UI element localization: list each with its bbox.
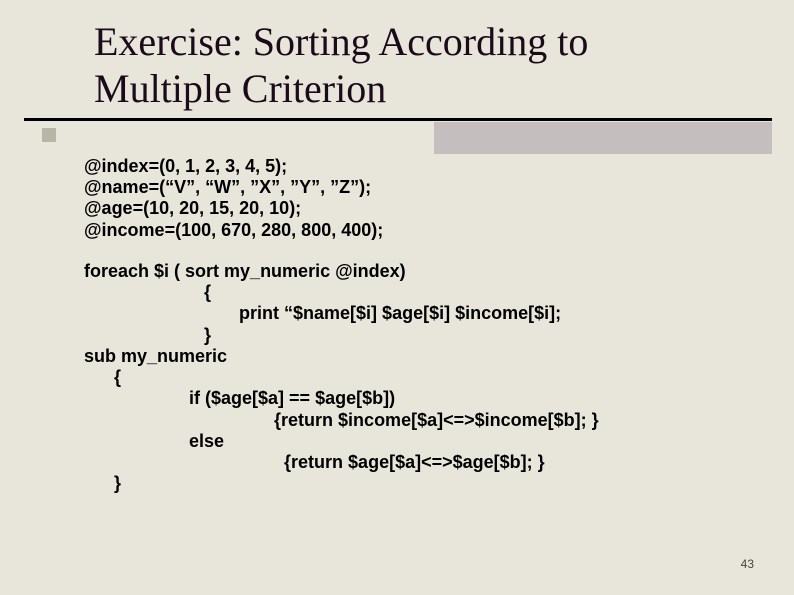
bullet-marker xyxy=(42,128,56,142)
page-number: 43 xyxy=(741,557,754,571)
code-line: } xyxy=(84,325,744,346)
code-line: @name=(“V”, “W”, ”X”, ”Y”, ”Z”); xyxy=(84,177,744,198)
slide: Exercise: Sorting According toMultiple C… xyxy=(0,0,794,595)
code-block: @index=(0, 1, 2, 3, 4, 5); @name=(“V”, “… xyxy=(84,156,744,495)
code-line: @income=(100, 670, 280, 800, 400); xyxy=(84,220,744,241)
code-line: else xyxy=(84,431,744,452)
code-line: {return $income[$a]<=>$income[$b]; } xyxy=(84,410,744,431)
code-line: @age=(10, 20, 15, 20, 10); xyxy=(84,198,744,219)
code-line: { xyxy=(84,282,744,303)
code-line: sub my_numeric xyxy=(84,346,744,367)
code-line: {return $age[$a]<=>$age[$b]; } xyxy=(84,452,744,473)
title-underline xyxy=(24,118,772,121)
accent-bar xyxy=(434,122,772,154)
code-line: if ($age[$a] == $age[$b]) xyxy=(84,388,744,409)
code-line: { xyxy=(84,367,744,388)
code-line: @index=(0, 1, 2, 3, 4, 5); xyxy=(84,156,744,177)
code-line: } xyxy=(84,473,744,494)
code-line: print “$name[$i] $age[$i] $income[$i]; xyxy=(84,303,744,324)
slide-title: Exercise: Sorting According toMultiple C… xyxy=(94,18,588,112)
code-line: foreach $i ( sort my_numeric @index) xyxy=(84,261,744,282)
